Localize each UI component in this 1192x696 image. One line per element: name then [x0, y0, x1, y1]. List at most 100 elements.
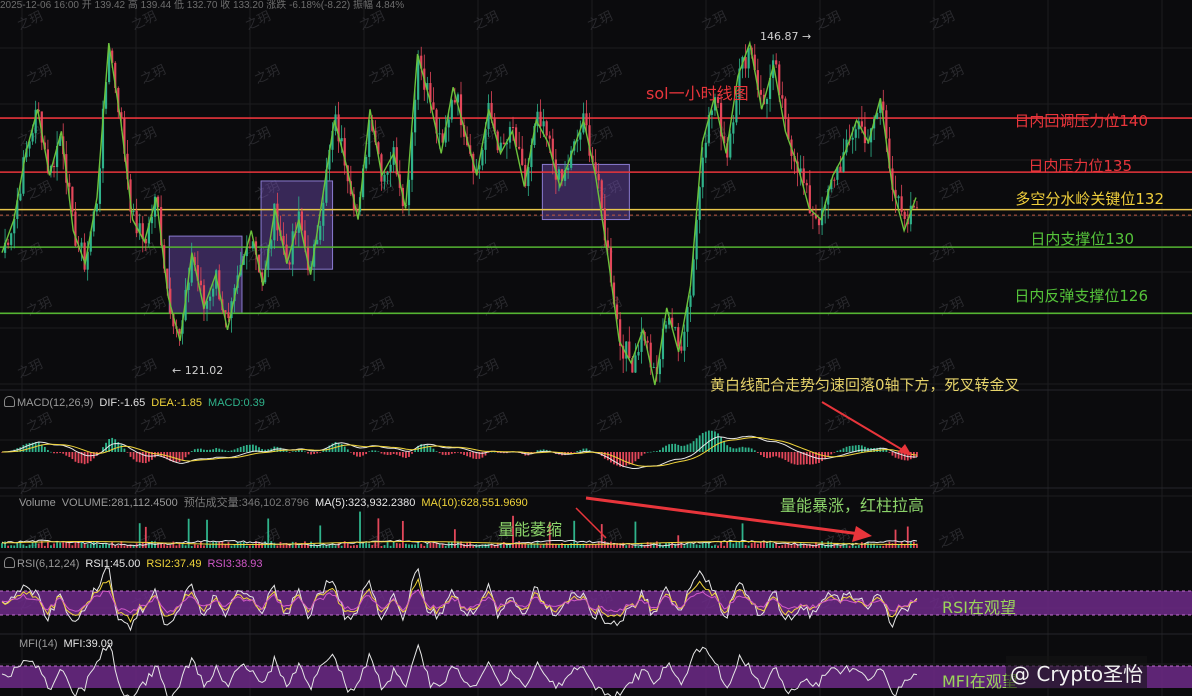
volume-bar: [711, 545, 713, 548]
candle-body: [227, 312, 230, 319]
volume-bar: [383, 545, 386, 548]
macd-histogram-bar: [704, 431, 707, 452]
watermark-text: 之玥: [480, 411, 510, 436]
macd-histogram-bar: [469, 452, 472, 458]
macd-histogram-bar: [368, 451, 371, 452]
volume-bar: [518, 541, 521, 548]
volume-bar: [698, 544, 701, 548]
volume-bar: [245, 545, 248, 548]
macd-histogram-bar: [793, 452, 796, 465]
watermark-text: 之玥: [357, 241, 387, 266]
macd-histogram-bar: [692, 441, 695, 452]
volume-bar: [628, 544, 631, 548]
volume-bar: [56, 541, 58, 548]
watermark-text: 之玥: [585, 473, 615, 498]
volume-bar: [169, 545, 172, 548]
macd-histogram-bar: [353, 452, 355, 455]
macd-histogram-bar: [888, 452, 891, 453]
volume-bar: [43, 545, 46, 548]
candle-body: [915, 207, 919, 209]
volume-bar: [683, 545, 686, 548]
macd-histogram-bar: [71, 452, 74, 460]
volume-bar: [527, 544, 530, 548]
candle-body: [208, 296, 212, 301]
volume-bar: [273, 542, 276, 548]
author-signature: @ Crypto圣怡: [1006, 656, 1148, 689]
macd-histogram-bar: [668, 444, 670, 452]
bell-icon[interactable]: [4, 557, 15, 568]
macd-histogram-bar: [576, 451, 579, 452]
candle-body: [71, 186, 74, 212]
watermark-text: 之玥: [936, 63, 966, 88]
macd-histogram-bar: [178, 452, 181, 462]
macd-histogram-bar: [646, 451, 649, 453]
candle-body: [805, 183, 808, 186]
volume-bar: [573, 520, 576, 548]
volume-bar: [215, 542, 218, 548]
macd-histogram-bar: [285, 450, 288, 452]
macd-histogram-bar: [279, 447, 282, 452]
volume-bar: [909, 542, 912, 548]
candle-body: [732, 122, 735, 134]
macd-histogram-bar: [65, 452, 68, 456]
macd-histogram-bar: [735, 448, 738, 452]
volume-bar: [89, 543, 92, 548]
volume-bar: [74, 542, 77, 548]
volume-bar: [854, 545, 857, 548]
candle-body: [704, 142, 707, 158]
macd-histogram-bar: [398, 452, 401, 456]
macd-histogram-bar: [383, 452, 386, 455]
chart-stage: 之玥 之玥 之玥 之玥 之玥 之玥 之玥 之玥 之玥 之玥 之玥 之玥 之玥 之玥 之玥 之玥 之玥 之玥 之玥 之玥…: [0, 0, 1192, 696]
macd-histogram-bar: [662, 447, 664, 452]
volume-bar: [848, 545, 851, 548]
watermark-text: 之玥: [357, 9, 387, 34]
volume-bar: [175, 545, 178, 548]
macd-histogram-bar: [747, 447, 750, 452]
macd-histogram-bar: [821, 452, 823, 462]
volume-bar: [429, 542, 432, 548]
volume-bar: [25, 545, 28, 548]
watermark-text: 之玥: [243, 357, 273, 382]
watermark-text: 之玥: [138, 63, 168, 88]
volume-bar: [438, 544, 441, 548]
macd-histogram-bar: [864, 446, 866, 452]
macd-histogram-bar: [43, 446, 46, 452]
macd-histogram-bar: [683, 445, 686, 452]
volume-bar: [258, 542, 260, 548]
macd-histogram-bar: [221, 449, 224, 452]
macd-histogram-bar: [447, 452, 450, 455]
candle-body: [765, 98, 769, 104]
macd-histogram-bar: [154, 452, 156, 458]
macd-histogram-bar: [812, 452, 814, 465]
volume-bar: [420, 543, 423, 548]
volume-bar: [857, 544, 860, 548]
candle-body: [453, 100, 456, 103]
candle-body: [438, 133, 441, 135]
candle-body: [698, 187, 701, 220]
volume-bar: [717, 545, 719, 548]
macd-histogram-bar: [457, 452, 459, 453]
candle-body: [900, 196, 903, 212]
candle-body: [854, 129, 857, 138]
macd-histogram-bar: [187, 452, 190, 455]
candle-body: [747, 47, 750, 69]
bell-icon[interactable]: [4, 396, 15, 407]
macd-histogram-bar: [732, 448, 735, 452]
macd-histogram-bar: [625, 452, 628, 466]
volume-bar: [386, 542, 389, 548]
macd-histogram-bar: [184, 452, 187, 458]
candle-body: [389, 164, 392, 173]
candle-body: [288, 262, 291, 265]
volume-bar: [28, 544, 31, 548]
macd-histogram-bar: [723, 441, 726, 452]
watermark-text: 之玥: [699, 473, 729, 498]
macd-histogram-bar: [435, 451, 438, 452]
watermark-text: 之玥: [129, 9, 159, 34]
volume-bar: [86, 544, 89, 548]
rsi-3: RSI3:38.93: [207, 558, 263, 570]
volume-bar: [903, 544, 906, 548]
high-price-label: 146.87 →: [760, 30, 812, 43]
macd-histogram-bar: [77, 452, 80, 464]
volume-bar: [539, 545, 542, 548]
chart-title: sol一小时线图: [646, 84, 749, 103]
